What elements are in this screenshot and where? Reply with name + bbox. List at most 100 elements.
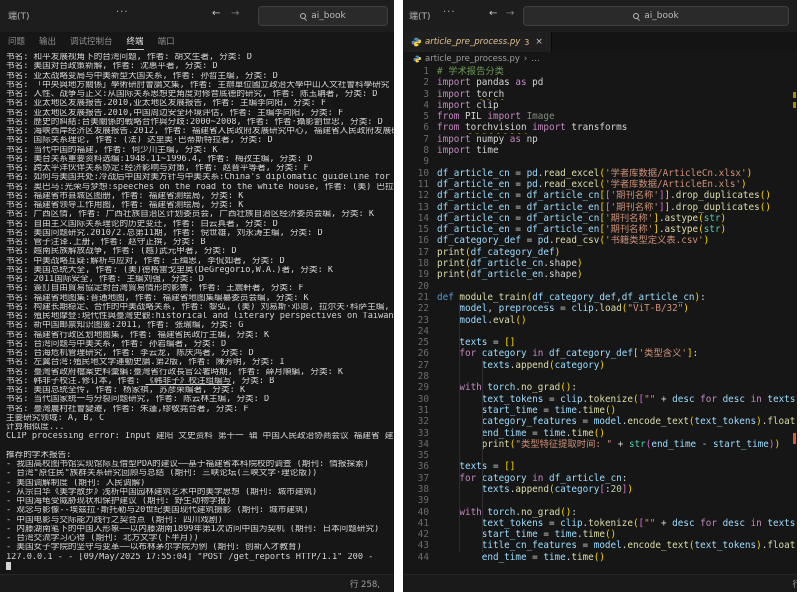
line-number: 5 (403, 111, 429, 122)
code-line (437, 281, 797, 292)
code-line (437, 450, 797, 461)
code-line: start_time = time.time() (437, 405, 797, 416)
line-number: 36 (403, 461, 429, 472)
code-line: texts.append(category) (437, 360, 797, 371)
terminal-line: 书名: 亚太战略变局与中美新型大国关系, 作者: 孙哲主编, 分类: D (6, 72, 394, 81)
terminal-line: - 内藤湖南笔下的中国人形象——以内藤湖南1899年第1次访问中国为契机 (期刊… (6, 525, 394, 534)
line-number: 1 (403, 66, 429, 77)
terminal-line: 书名: 福建省领导工作用图, 作者: 福建省测绘局, 分类: K (6, 201, 394, 210)
menu-item-terminal[interactable]: 端(T) (409, 9, 431, 22)
code-lines: # 学术报告分类import pandas as pdimport torchi… (437, 66, 797, 563)
terminal-output[interactable]: 书名: 和平发展视角下的台湾问题, 作者: 胡文生著, 分类: D书名: 美国对… (6, 53, 394, 575)
code-line: category_features = model.encode_text(te… (437, 416, 797, 427)
terminal-link[interactable]: 《韩非子》校注组编写 (145, 377, 231, 386)
terminal-line: 书名: 管子注译.上册, 作者: 赵守正撰, 分类: B (6, 238, 394, 247)
search-icon (633, 12, 640, 21)
overflow-menu-icon[interactable]: ··· (116, 7, 129, 18)
panel-tab[interactable]: 端口 (158, 35, 175, 49)
panel-tab[interactable]: 调试控制台 (70, 35, 113, 49)
terminal-line: 书名: 左翼台湾:殖民地文学運動史論.第2版, 作者: 陳芳明, 分类: I (6, 358, 394, 367)
code-line: texts.append(category[:20]) (437, 484, 797, 495)
forward-icon[interactable]: → (506, 8, 514, 19)
terminal-panel: 端(T) ··· ← → ai_book 问题输出调试控制台终端端口 书名: 和… (0, 0, 394, 592)
line-number: 24 (403, 326, 429, 337)
code-line: model, preprocess = clip.load("ViT-B/32"… (437, 303, 797, 314)
line-number: 33 (403, 428, 429, 439)
code-line (437, 326, 797, 337)
terminal-line: - 美国女子学院的坚守与变革——以布林茅尔学院为例 (期刊: 创新人才教育) (6, 543, 394, 552)
terminal-line: - 中国海龟受威胁现状和保护建议 (期刊: 野生动物学报) (6, 497, 394, 506)
terminal-line: 书名: 2011国际安全, 作者: 主编刘强, 分类: D (6, 275, 394, 284)
code-line: text_tokens = clip.tokenize(["" + desc f… (437, 394, 797, 405)
terminal-line: - 中国电影与交际能力践行之契合点 (期刊: 四川戏剧) (6, 516, 394, 525)
terminal-line: - 台湾交流学习心得 (期刊: 北方文学(下半月)) (6, 534, 394, 543)
panel-tab[interactable]: 输出 (39, 35, 56, 49)
terminal-line (6, 442, 394, 451)
line-number: 38 (403, 484, 429, 495)
line-number: 25 (403, 337, 429, 348)
forward-icon[interactable]: → (231, 8, 239, 19)
code-line: for category in df_category_def['类型含义']: (437, 348, 797, 359)
tab-label: article_pre_process.py (425, 37, 520, 47)
command-center-search[interactable]: ai_book (258, 6, 388, 26)
line-number: 23 (403, 315, 429, 326)
terminal-line: 书名: 美台关系重要资料选编:1948.11~1996.4, 作者: 梅孜主编,… (6, 155, 394, 164)
panel-tab[interactable]: 问题 (8, 35, 25, 49)
panel-tab[interactable]: 终端 (127, 35, 144, 50)
breadcrumb[interactable]: article_pre_process.py › … (403, 52, 797, 66)
breadcrumb-file[interactable]: article_pre_process.py (425, 54, 520, 64)
line-number: 39 (403, 495, 429, 506)
terminal-line: 书名: 奥巴马:光荣与梦想:speeches on the road to th… (6, 183, 394, 192)
line-number: 8 (403, 145, 429, 156)
line-number: 35 (403, 450, 429, 461)
breadcrumb-symbol[interactable]: … (531, 54, 540, 64)
terminal-line: 书名: 台湾问题与中美关系, 作者: 孙岩编著, 分类: D (6, 340, 394, 349)
line-number: 17 (403, 247, 429, 258)
code-line: start_time = time.time() (437, 529, 797, 540)
line-number: 28 (403, 371, 429, 382)
code-line: df_category_def = pd.read_csv('书籍类型定义表.c… (437, 235, 797, 246)
line-number: 9 (403, 156, 429, 167)
code-line: import pandas as pd (437, 77, 797, 88)
line-number: 6 (403, 122, 429, 133)
menu-item-terminal[interactable]: 端(T) (8, 9, 30, 22)
python-icon (411, 37, 421, 47)
search-text: ai_book (311, 11, 345, 21)
code-line: for category in df_article_cn: (437, 473, 797, 484)
terminal-line: 主要研究领域: A, B, C (6, 414, 394, 423)
code-line: print("类型特征提取时间: " + str(end_time - star… (437, 439, 797, 450)
overflow-menu-icon[interactable]: ··· (443, 7, 456, 18)
close-icon[interactable]: × (535, 37, 543, 47)
line-number: 29 (403, 382, 429, 393)
editor-tab-bar: article_pre_process.py 3 × (403, 32, 797, 52)
overview-ruler-warning (793, 92, 796, 98)
line-number: 31 (403, 405, 429, 416)
tab-article-pre-process[interactable]: article_pre_process.py 3 × (403, 32, 552, 52)
terminal-line: 书名: 如何与美国共处:冷战后中国对美方针与中美关系:China's diplo… (6, 173, 394, 182)
overview-ruler-error (793, 433, 796, 444)
line-number: 21 (403, 292, 429, 303)
line-number: 15 (403, 224, 429, 235)
terminal-line: 书名: 海峡西岸经济区发展报告.2012, 作者: 福建省人民政府发展研究中心,… (6, 127, 394, 136)
terminal-line: - 我国高校图书馆实现馆际互借型PDA的建议——基于福建省本科院校的调查 (期刊… (6, 460, 394, 469)
terminal-line: 书名: 歷史的糾結:台美關係的戰略合作與分歧:2000~2008, 作者: 作者… (6, 118, 394, 127)
code-line: print(df_category_def) (437, 247, 797, 258)
line-number: 43 (403, 540, 429, 551)
terminal-line: 书名: 殖民地摩登:現代性與臺灣史觀:historical and litera… (6, 312, 394, 321)
line-indicator[interactable]: 行 (792, 578, 797, 590)
terminal-line: 书名: 自由主义国际关系理论的历史变迁, 作者: 白云真著, 分类: D (6, 220, 394, 229)
terminal-line: 书名: 福建省地图集:普通地图, 作者: 福建省地图集编纂委员会编, 分类: K (6, 294, 394, 303)
line-indicator[interactable]: 行 258, (350, 578, 380, 590)
line-number: 37 (403, 473, 429, 484)
status-bar-right: 行 (403, 574, 797, 592)
code-line: df_article_en = df_article_en['期刊名称'].as… (437, 224, 797, 235)
line-number: 41 (403, 518, 429, 529)
command-center-search[interactable]: ai_book (523, 6, 789, 26)
back-icon[interactable]: ← (212, 8, 220, 19)
back-icon[interactable]: ← (489, 8, 497, 19)
terminal-line: 书名: 「中央與地方關係」學術研討會論文集, 作者: 主辦單位國立政治大學中山人… (6, 81, 394, 90)
code-line: import torch (437, 89, 797, 100)
code-editor[interactable]: 1234567891011121314151617181920212223242… (403, 66, 797, 575)
line-number: 12 (403, 190, 429, 201)
line-number: 22 (403, 303, 429, 314)
